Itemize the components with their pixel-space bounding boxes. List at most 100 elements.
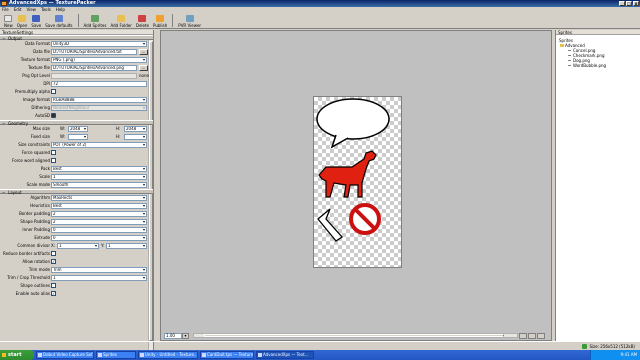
- zoom-buttons: [519, 333, 545, 339]
- dpi-row: DPI 72: [0, 80, 153, 88]
- data-format-row: Data Format Unity3D: [0, 40, 153, 48]
- maximize-button[interactable]: □: [626, 1, 632, 6]
- cancel-sprite: [349, 203, 381, 235]
- inner-padding-row: Inner Padding 0: [0, 226, 153, 234]
- force-squared-row: Force squared: [0, 149, 153, 157]
- trim-threshold-row: Trim / Crop Threshold 1: [0, 274, 153, 282]
- shape-padding-input[interactable]: 2: [51, 219, 147, 225]
- scale-mode-select[interactable]: Smooth: [51, 182, 147, 188]
- trim-mode-select[interactable]: Trim: [51, 267, 147, 273]
- autosd-button[interactable]: [51, 113, 56, 118]
- enable-auto-alias-row: Enable auto alias ✓: [15, 291, 56, 296]
- sprites-panel: Sprites Sprites Advanced Cancel.png Chec…: [555, 30, 640, 341]
- toolbar-separator: [172, 14, 174, 27]
- texture-settings-panel: TextureSettings Output Data FormatUnity3…: [0, 30, 154, 350]
- tree-file[interactable]: WordBubble.png: [559, 63, 640, 68]
- taskbar-item[interactable]: Debut Video Capture Sof...: [36, 351, 94, 359]
- data-file-input[interactable]: D:/TUTORIAL/Sprites/Advanced.txt: [51, 49, 137, 55]
- png-opt-slider[interactable]: [51, 73, 137, 79]
- new-button[interactable]: New: [2, 13, 15, 28]
- common-divisor-x-input[interactable]: 1: [57, 243, 99, 249]
- image-format-row: Image format RGBA8888: [0, 96, 153, 104]
- new-icon: [4, 15, 13, 22]
- sprite-sheet-graphics: [316, 98, 390, 242]
- pvr-viewer-icon: [185, 15, 194, 22]
- checkmark-sprite: [317, 208, 343, 242]
- common-divisor-y-input[interactable]: 1: [106, 243, 147, 249]
- max-width-select[interactable]: 2048: [68, 126, 88, 132]
- data-file-row: Data file D:/TUTORIAL/Sprites/Advanced.tx…: [0, 48, 153, 56]
- save-defaults-button[interactable]: Save defaults: [43, 13, 74, 28]
- allow-rotation-checkbox[interactable]: ✓: [51, 259, 56, 264]
- minimize-button[interactable]: _: [619, 1, 625, 6]
- algorithm-select[interactable]: MaxRects: [51, 195, 147, 201]
- zoom-fit-button[interactable]: [537, 333, 545, 339]
- add-sprites-button[interactable]: Add Sprites: [82, 13, 109, 28]
- taskbar-item[interactable]: Unity - Untitled - Texture...: [138, 351, 198, 359]
- dithering-select[interactable]: NearestNeighbour: [51, 105, 147, 111]
- taskbar: start Debut Video Capture Sof... Sprites…: [0, 350, 640, 360]
- start-button[interactable]: start: [0, 350, 34, 360]
- heuristics-select[interactable]: Best: [51, 203, 147, 209]
- texture-file-browse-button[interactable]: ...: [139, 65, 148, 71]
- texture-file-row: Texture file D:/TUTORIAL/Sprites/Advanced…: [0, 64, 153, 72]
- scale-input[interactable]: 1: [51, 174, 147, 180]
- image-format-select[interactable]: RGBA8888: [51, 97, 147, 103]
- taskbar-item[interactable]: Sprites: [96, 351, 136, 359]
- toolbar: New Open Save Save defaults Add Sprites …: [0, 13, 640, 29]
- fixed-height-select[interactable]: [124, 134, 147, 140]
- dog-sprite: [318, 150, 377, 198]
- reduce-border-artifacts-row: Reduce border artifacts: [0, 250, 153, 258]
- shape-padding-row: Shape Padding 2: [0, 218, 153, 226]
- border-padding-input[interactable]: 2: [51, 211, 147, 217]
- max-height-select[interactable]: 2048: [124, 126, 147, 132]
- data-format-select[interactable]: Unity3D: [51, 41, 147, 47]
- shape-outlines-checkbox[interactable]: [51, 283, 56, 288]
- pack-select[interactable]: Best: [51, 166, 147, 172]
- zoom-out-button[interactable]: [528, 333, 536, 339]
- zoom-input[interactable]: 1.00: [164, 333, 182, 339]
- delete-button[interactable]: Delete: [134, 13, 151, 28]
- zoom-in-button[interactable]: [519, 333, 527, 339]
- pvr-viewer-button[interactable]: PVR Viewer: [176, 13, 203, 28]
- title-bar: AdvancedXps — TexturePacker _ □ x: [0, 0, 640, 7]
- force-word-aligned-row: Force word aligned: [0, 157, 153, 165]
- zoom-slider-track[interactable]: [204, 334, 504, 337]
- open-icon: [18, 15, 27, 22]
- save-button[interactable]: Save: [29, 13, 43, 28]
- inner-padding-input[interactable]: 0: [51, 227, 147, 233]
- zoom-dropdown-button[interactable]: ▾: [182, 333, 189, 339]
- pack-row: Pack Best: [0, 165, 153, 173]
- premultiply-alpha-checkbox[interactable]: [51, 89, 56, 94]
- publish-button[interactable]: Publish: [151, 13, 169, 28]
- delete-icon: [138, 15, 147, 22]
- taskbar-item-active[interactable]: AdvancedXps — Text...: [256, 351, 314, 359]
- texture-file-input[interactable]: D:/TUTORIAL/Sprites/Advanced.png: [51, 65, 137, 71]
- window-controls: _ □ x: [619, 1, 639, 6]
- size-constraints-select[interactable]: POT (Power of 2): [51, 142, 147, 148]
- toolbar-separator: [77, 14, 79, 27]
- open-button[interactable]: Open: [15, 13, 30, 28]
- dpi-input[interactable]: 72: [51, 81, 147, 87]
- enable-auto-alias-checkbox[interactable]: ✓: [51, 291, 56, 296]
- extrude-input[interactable]: 0: [51, 235, 147, 241]
- size-constraints-row: Size constraints POT (Power of 2): [0, 141, 153, 149]
- close-button[interactable]: x: [633, 1, 639, 6]
- png-opt-row: Png Opt Level none: [22, 73, 149, 79]
- status-ok-icon: [582, 344, 588, 349]
- common-divisor-row: Common divisorX:1Y:1: [0, 242, 153, 250]
- save-icon: [32, 15, 41, 22]
- taskbar-item[interactable]: CardDuit.tps — Texture...: [200, 351, 254, 359]
- force-word-aligned-checkbox[interactable]: [51, 158, 56, 163]
- add-folder-button[interactable]: Add Folder: [108, 13, 133, 28]
- border-padding-row: Border padding 2: [0, 210, 153, 218]
- trim-threshold-input[interactable]: 1: [51, 275, 147, 281]
- scale-row: Scale 1: [0, 173, 153, 181]
- texture-format-select[interactable]: PNG (.png): [51, 57, 147, 63]
- data-file-browse-button[interactable]: ...: [139, 49, 148, 55]
- fixed-width-select[interactable]: [68, 134, 88, 140]
- reduce-border-artifacts-checkbox[interactable]: [51, 251, 56, 256]
- force-squared-checkbox[interactable]: [51, 150, 56, 155]
- app-icon: [1, 1, 7, 6]
- zoom-slider[interactable]: [193, 333, 518, 338]
